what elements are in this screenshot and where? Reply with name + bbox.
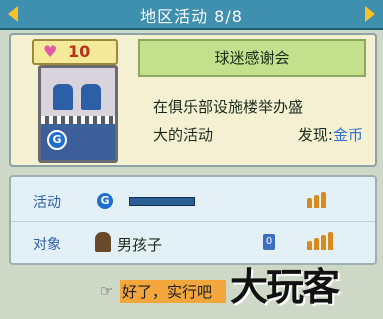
level-indicator-icon: [307, 189, 328, 208]
pointing-hand-icon: ☞: [100, 282, 114, 300]
next-arrow-icon[interactable]: [365, 6, 375, 22]
confirm-label: 好了，实行吧: [120, 280, 227, 303]
description-line-1: 在俱乐部设施楼举办盛: [153, 98, 304, 116]
activity-description: 在俱乐部设施楼举办盛 大的活动 发现:金币: [153, 93, 363, 149]
detail-row-activity[interactable]: 活动 G: [11, 181, 375, 222]
header-title: 地区活动 8/8: [140, 7, 243, 26]
coin-icon: G: [97, 193, 113, 209]
player-figure: [53, 84, 73, 110]
row-label: 对象: [33, 237, 61, 253]
description-line-2: 大的活动: [153, 126, 214, 144]
header-bar: 地区活动 8/8: [0, 0, 383, 30]
discovery-info: 发现:金币: [298, 121, 363, 149]
level-indicator-icon: [307, 231, 335, 250]
activity-image: G: [38, 65, 118, 163]
watermark-logo: 大玩客: [230, 265, 340, 309]
discovery-label: 发现:: [297, 126, 333, 144]
target-value: 男孩子: [117, 236, 163, 254]
heart-icon: ♥: [43, 42, 58, 61]
count-badge: 0: [263, 234, 275, 250]
discovery-value: 金币: [332, 126, 363, 144]
player-figure: [81, 84, 101, 110]
detail-row-target[interactable]: 对象 男孩子 0: [11, 223, 375, 263]
coin-icon: G: [47, 130, 67, 150]
heart-value: 10: [68, 42, 91, 61]
activity-card: ♥ 10 G 球迷感谢会 在俱乐部设施楼举办盛 大的活动 发现:金币: [9, 33, 377, 167]
row-label: 活动: [33, 195, 61, 211]
activity-name: 球迷感谢会: [138, 39, 366, 77]
heart-value-badge: ♥ 10: [32, 39, 118, 65]
level-bar: [129, 197, 195, 206]
activity-details-panel: 活动 G 对象 男孩子 0: [9, 175, 377, 265]
boy-avatar-icon: [95, 232, 111, 252]
